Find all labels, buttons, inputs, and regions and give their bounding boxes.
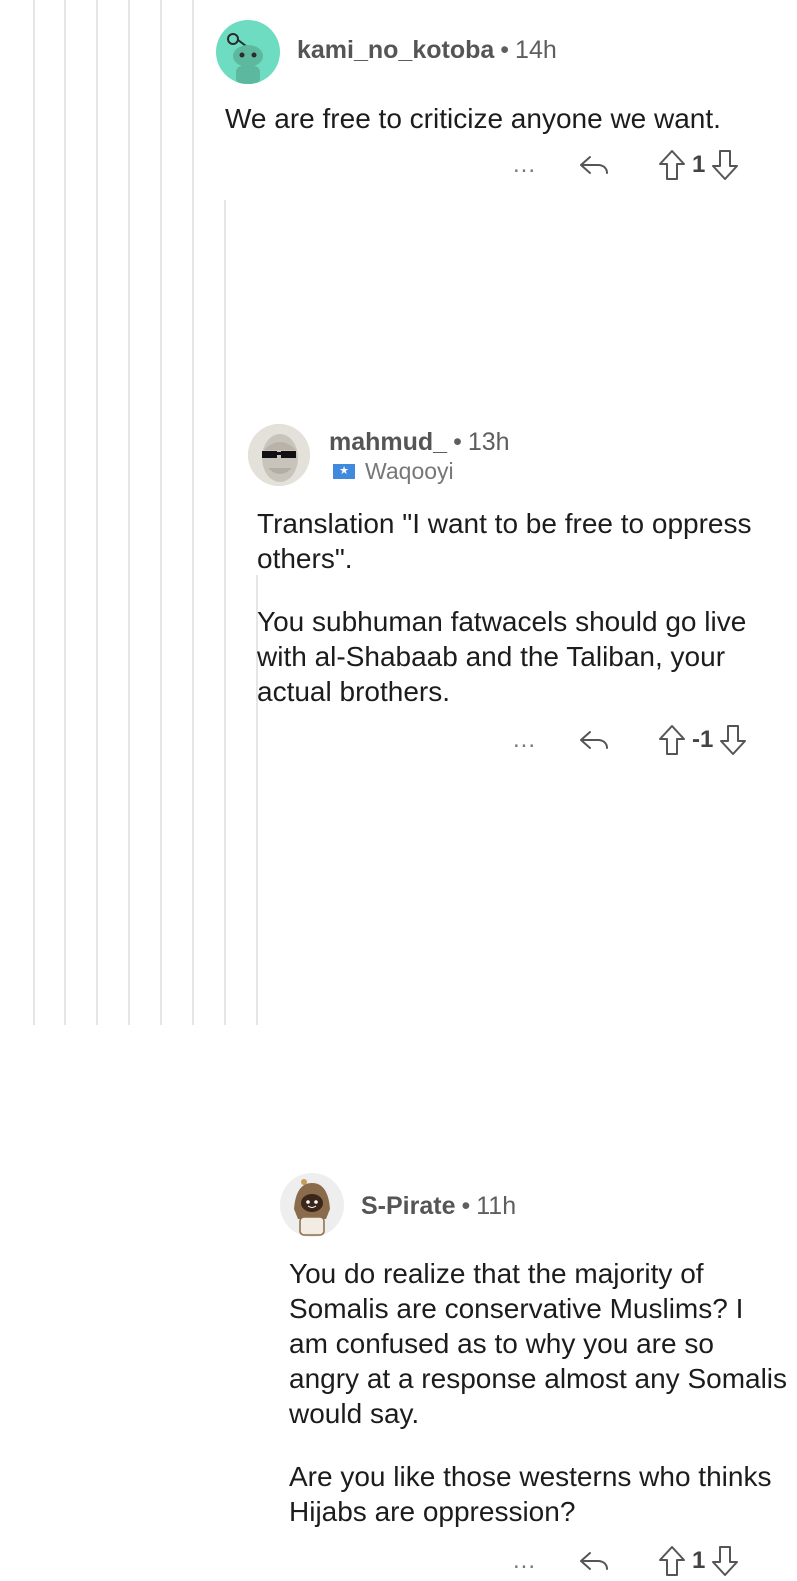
- comment-meta: kami_no_kotoba • 14h: [297, 36, 557, 65]
- reply-arrow-icon[interactable]: [578, 153, 610, 177]
- upvote-arrow-icon[interactable]: [658, 149, 686, 181]
- user-flair: ★ Waqooyi: [333, 458, 454, 485]
- comment-actions: ... 1: [513, 1541, 739, 1581]
- statue-with-sunglasses-avatar-icon: [248, 424, 310, 486]
- username[interactable]: mahmud_: [329, 428, 447, 456]
- upvote-arrow-icon[interactable]: [658, 1545, 686, 1577]
- username[interactable]: S-Pirate: [361, 1192, 455, 1220]
- avatar[interactable]: [280, 1173, 344, 1237]
- snoo-avatar-icon: [227, 33, 263, 84]
- comment-text: Translation "I want to be free to oppres…: [257, 508, 752, 574]
- comment-text: You do realize that the majority of Soma…: [289, 1258, 788, 1429]
- comment-body: You do realize that the majority of Soma…: [289, 1256, 789, 1557]
- avatar[interactable]: [216, 20, 280, 84]
- more-options-icon[interactable]: ...: [513, 1549, 536, 1573]
- comment-text: We are free to criticize anyone we want.: [225, 103, 721, 134]
- hooded-snoo-avatar-icon: [294, 1179, 330, 1236]
- separator-dot: •: [461, 1192, 471, 1220]
- comment: kami_no_kotoba • 14h We are free to critic…: [0, 0, 797, 200]
- comment-actions: ... 1: [513, 145, 739, 185]
- separator-dot: •: [500, 36, 510, 64]
- comment-meta: mahmud_ • 13h: [329, 428, 510, 457]
- downvote-arrow-icon[interactable]: [711, 149, 739, 181]
- timestamp: 11h: [476, 1192, 517, 1220]
- comment-text: Are you like those westerns who thinks H…: [289, 1461, 772, 1527]
- comment-meta: S-Pirate • 11h: [361, 1192, 516, 1221]
- comment: mahmud_ • 13h ★ Waqooyi Translation "I wan…: [0, 200, 797, 755]
- somaliland-flag-icon: ★: [333, 464, 355, 479]
- downvote-arrow-icon[interactable]: [711, 1545, 739, 1577]
- comment: S-Pirate • 11h You do realize that the maj…: [0, 575, 797, 1576]
- avatar[interactable]: [248, 424, 310, 486]
- vote-score: 1: [692, 151, 706, 178]
- flair-text: Waqooyi: [365, 458, 454, 484]
- username[interactable]: kami_no_kotoba: [297, 36, 494, 64]
- vote-score: 1: [692, 1547, 706, 1574]
- reply-arrow-icon[interactable]: [578, 1549, 610, 1573]
- separator-dot: •: [453, 428, 462, 456]
- timestamp: 14h: [515, 36, 557, 64]
- timestamp: 13h: [467, 428, 510, 456]
- more-options-icon[interactable]: ...: [513, 153, 536, 177]
